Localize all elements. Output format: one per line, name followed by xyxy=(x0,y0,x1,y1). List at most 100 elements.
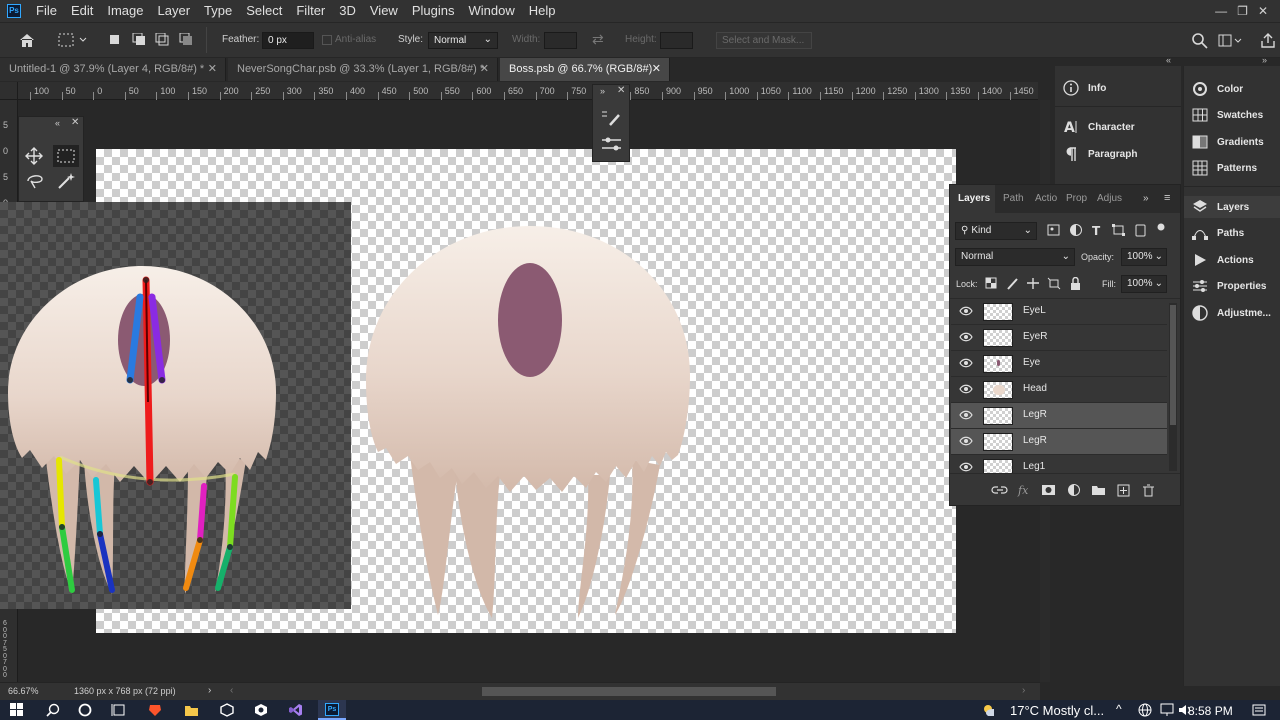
tab-untitled-1[interactable]: Untitled-1 @ 37.9% (Layer 4, RGB/8#) * ✕ xyxy=(0,58,226,81)
close-icon[interactable]: ✕ xyxy=(208,58,217,81)
filter-type-icons[interactable]: T xyxy=(1046,223,1166,239)
tab-properties[interactable]: Prop xyxy=(1058,185,1090,213)
tab-neversongchar[interactable]: NeverSongChar.psb @ 33.3% (Layer 1, RGB/… xyxy=(228,58,498,81)
file-explorer-icon[interactable] xyxy=(184,703,198,717)
app-icon[interactable] xyxy=(220,703,234,717)
visibility-eye-icon[interactable] xyxy=(959,462,973,472)
panel-character[interactable]: A Character xyxy=(1055,116,1181,138)
close-icon[interactable]: ✕ xyxy=(71,117,79,128)
visibility-eye-icon[interactable] xyxy=(959,436,973,446)
tab-actions[interactable]: Actio xyxy=(1027,185,1059,213)
restore-icon[interactable]: ❐ xyxy=(1237,4,1248,18)
layer-row-eyer[interactable]: EyeR xyxy=(951,325,1167,351)
menu-select[interactable]: Select xyxy=(239,0,289,22)
panel-menu-icon[interactable]: ≡ xyxy=(1164,192,1170,204)
visibility-eye-icon[interactable] xyxy=(959,306,973,316)
menu-filter[interactable]: Filter xyxy=(289,0,332,22)
panel-info[interactable]: Info xyxy=(1055,77,1181,99)
menu-layer[interactable]: Layer xyxy=(151,0,198,22)
swap-icon[interactable]: ⇄ xyxy=(592,31,604,48)
visual-studio-icon[interactable] xyxy=(288,703,302,717)
expand-icon[interactable]: » xyxy=(600,86,605,96)
layer-list-scrollbar[interactable] xyxy=(1169,303,1177,471)
close-icon[interactable]: ✕ xyxy=(480,58,489,81)
menu-3d[interactable]: 3D xyxy=(332,0,363,22)
panel-paragraph[interactable]: Paragraph xyxy=(1055,143,1181,165)
expand-panels-icon[interactable]: » xyxy=(1262,55,1267,65)
zoom-level[interactable]: 66.67% xyxy=(8,686,39,696)
home-icon[interactable] xyxy=(18,32,36,48)
collapse-panels-icon[interactable]: « xyxy=(1166,55,1171,65)
cortana-icon[interactable] xyxy=(78,703,92,717)
layer-row-head[interactable]: Head xyxy=(951,377,1167,403)
select-and-mask-button[interactable]: Select and Mask... xyxy=(716,32,812,49)
layer-row-leg1[interactable]: Leg1 xyxy=(951,455,1167,473)
clock[interactable]: 8:58 PM xyxy=(1188,704,1233,718)
antialias-checkbox[interactable] xyxy=(322,35,332,45)
menu-window[interactable]: Window xyxy=(461,0,521,22)
tab-paths[interactable]: Path xyxy=(995,185,1027,213)
height-input[interactable] xyxy=(660,32,693,49)
menu-view[interactable]: View xyxy=(363,0,405,22)
notifications-icon[interactable] xyxy=(1252,703,1266,717)
width-input[interactable] xyxy=(544,32,577,49)
filter-kind-select[interactable]: ⚲ Kind ⌄ xyxy=(955,222,1037,240)
weather-text[interactable]: 17°C Mostly cl... xyxy=(1010,703,1104,718)
visibility-eye-icon[interactable] xyxy=(959,332,973,342)
network-icon[interactable] xyxy=(1160,703,1174,717)
scroll-left-icon[interactable]: ‹ xyxy=(230,685,233,696)
menu-file[interactable]: File xyxy=(29,0,64,22)
fill-input[interactable]: 100% ⌄ xyxy=(1121,275,1167,293)
panel-gradients[interactable]: Gradients xyxy=(1184,131,1280,153)
tool-presets-icon[interactable] xyxy=(601,135,623,153)
magic-wand-icon[interactable] xyxy=(57,171,77,189)
share-icon[interactable] xyxy=(1260,33,1276,49)
opacity-input[interactable]: 100% ⌄ xyxy=(1121,248,1167,266)
visibility-eye-icon[interactable] xyxy=(959,410,973,420)
menu-help[interactable]: Help xyxy=(522,0,563,22)
panel-patterns[interactable]: Patterns xyxy=(1184,157,1280,179)
taskbar-active-app[interactable]: Ps xyxy=(318,700,346,720)
language-globe-icon[interactable] xyxy=(1138,703,1152,717)
tab-layers[interactable]: Layers xyxy=(950,185,995,213)
windows-start-icon[interactable] xyxy=(10,703,24,717)
panel-layers[interactable]: Layers xyxy=(1184,196,1280,218)
menu-image[interactable]: Image xyxy=(100,0,150,22)
collapse-icon[interactable]: « xyxy=(55,118,60,128)
layer-row-eye[interactable]: Eye xyxy=(951,351,1167,377)
tab-boss[interactable]: Boss.psb @ 66.7% (RGB/8#) ✕ xyxy=(500,58,670,81)
layer-row-legr[interactable]: LegR xyxy=(951,429,1167,455)
horizontal-scrollbar-thumb[interactable] xyxy=(482,687,776,696)
tab-adjustments[interactable]: Adjus xyxy=(1089,185,1123,213)
visibility-eye-icon[interactable] xyxy=(959,384,973,394)
panel-swatches[interactable]: Swatches xyxy=(1184,104,1280,126)
status-menu-icon[interactable]: › xyxy=(208,685,211,696)
move-tool-icon[interactable] xyxy=(25,147,43,165)
close-icon[interactable]: ✕ xyxy=(652,58,661,81)
panel-actions[interactable]: Actions xyxy=(1184,249,1280,271)
unity-icon[interactable] xyxy=(254,703,268,717)
search-icon[interactable] xyxy=(46,703,60,717)
show-hidden-icons-icon[interactable]: ^ xyxy=(1116,702,1122,716)
panel-adjustments[interactable]: Adjustme... xyxy=(1184,302,1280,324)
close-icon[interactable]: ✕ xyxy=(1258,4,1268,18)
panel-properties[interactable]: Properties xyxy=(1184,275,1280,297)
minimize-icon[interactable]: — xyxy=(1215,4,1227,18)
brush-settings-icon[interactable] xyxy=(601,109,623,127)
layer-row-eyel[interactable]: EyeL xyxy=(951,299,1167,325)
menu-edit[interactable]: Edit xyxy=(64,0,100,22)
style-select[interactable]: Normal ⌄ xyxy=(428,32,498,49)
search-icon[interactable] xyxy=(1192,33,1208,49)
brave-browser-icon[interactable] xyxy=(148,703,162,717)
blend-mode-select[interactable]: Normal ⌄ xyxy=(955,248,1075,266)
lock-icons[interactable] xyxy=(984,277,1084,291)
layer-action-icons[interactable]: fx xyxy=(988,483,1158,497)
task-view-icon[interactable] xyxy=(111,703,125,717)
visibility-eye-icon[interactable] xyxy=(959,358,973,368)
panel-paths[interactable]: Paths xyxy=(1184,222,1280,244)
layer-row-legr[interactable]: LegR xyxy=(951,403,1167,429)
workspace-icon[interactable] xyxy=(1218,33,1242,49)
more-tabs-icon[interactable]: » xyxy=(1143,193,1149,204)
scroll-right-icon[interactable]: › xyxy=(1022,685,1025,696)
panel-color[interactable]: Color xyxy=(1184,78,1280,100)
